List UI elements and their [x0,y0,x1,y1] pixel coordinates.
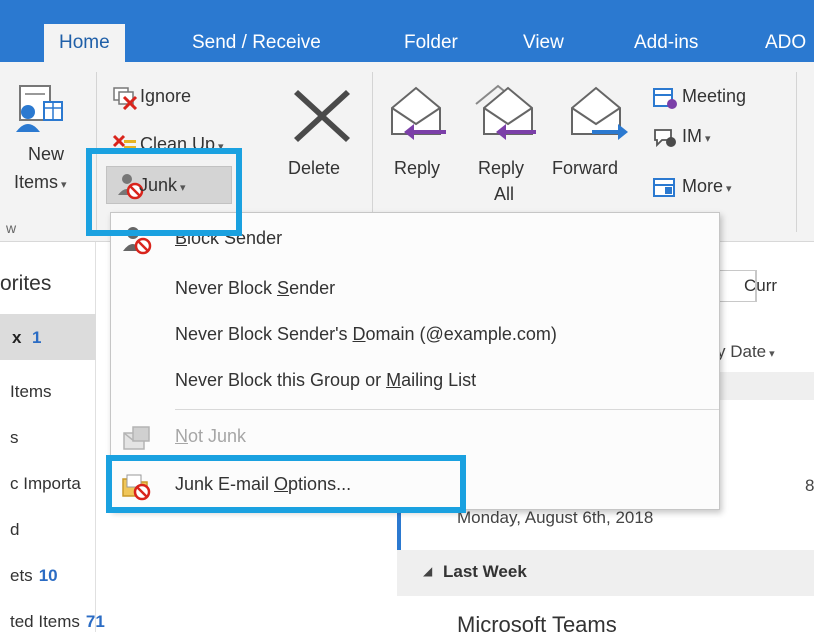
tab-view[interactable]: View [523,32,564,54]
unread-count: 1 [32,328,42,347]
reply-all-label-2: All [494,184,515,204]
tab-send-receive[interactable]: Send / Receive [192,32,321,54]
search-scope-divider [755,270,756,302]
meeting-label: Meeting [682,86,747,106]
ignore-icon [113,87,138,110]
reply-all-label-1: Reply [478,158,525,178]
outlook-window: Home Send / Receive Folder View Add-ins … [0,0,814,632]
reply-all-icon [475,84,536,140]
group-caption: w [6,220,17,236]
group-header-label: Last Week [443,562,527,581]
tab-home[interactable]: Home [44,24,125,62]
ignore-button[interactable]: Ignore [112,84,242,112]
unread-count: 71 [85,612,105,631]
tab-folder[interactable]: Folder [404,32,458,54]
delete-icon [294,90,350,142]
folder-pane: orites x 1 Items s c Importa d ets 10 ted… [0,242,105,632]
folder-item[interactable]: d [10,520,19,540]
menu-item-never-block-sender[interactable]: Never Block Sender [111,267,719,313]
meeting-button[interactable]: Meeting [652,84,782,112]
im-label: IM ▾ [682,126,711,146]
more-label: More ▾ [682,176,732,196]
forward-label: Forward [552,158,619,178]
menu-separator [175,409,719,410]
new-items-icon [16,85,63,132]
ribbon-tab-bar: Home Send / Receive Folder View Add-ins … [0,0,814,62]
junk-options-highlight [106,455,466,513]
group-header-last-week[interactable]: ◢ Last Week [397,550,814,596]
reply-button[interactable]: Reply [380,82,460,192]
unread-count: 10 [38,566,58,585]
sort-by-date[interactable]: y Date ▾ [717,342,775,362]
meeting-icon [653,88,677,109]
folder-important[interactable]: c Importa [10,474,81,494]
folder-item[interactable]: s [10,428,19,448]
folder-sent-items[interactable]: Items [10,382,52,402]
collapse-triangle-icon[interactable]: ◢ [423,564,432,578]
more-button[interactable]: More ▾ [652,174,782,202]
menu-item-label: Never Block this Group or Mailing List [175,370,477,390]
menu-item-label: Never Block Sender [175,278,336,298]
folder-deleted-items[interactable]: ted Items 71 [10,612,105,632]
message-date: Monday, August 6th, 2018 [457,508,654,527]
new-items-label-1: New [28,144,65,164]
im-button[interactable]: IM ▾ [652,124,782,152]
ribbon-separator [372,72,373,232]
ribbon-separator [796,72,797,232]
forward-button[interactable]: Forward [552,82,642,192]
reply-all-button[interactable]: Reply All [466,82,546,212]
menu-item-label: Never Block Sender's Domain (@example.co… [175,324,557,344]
folder-inbox[interactable]: x 1 [0,314,96,360]
menu-item-never-block-domain[interactable]: Never Block Sender's Domain (@example.co… [111,313,719,359]
menu-item-never-block-group[interactable]: Never Block this Group or Mailing List [111,359,719,405]
ignore-label: Ignore [140,86,192,106]
folder-label: x [12,328,22,347]
delete-label: Delete [288,158,341,178]
more-icon [653,178,675,197]
delete-button[interactable]: Delete [282,82,362,192]
folder-label: ets [10,566,33,585]
menu-item-label: Not Junk [175,426,247,446]
folder-label: ted Items [10,612,80,631]
im-icon [654,129,676,148]
reply-icon [391,86,446,140]
reply-label: Reply [394,158,441,178]
new-items-label-2: Items ▾ [14,172,67,192]
junk-button-highlight [86,148,242,236]
folder-drafts[interactable]: ets 10 [10,566,58,586]
message-date-digit: 8 [805,476,814,495]
not-junk-icon [123,426,150,450]
search-scope[interactable]: Curr [744,276,777,296]
tab-ado[interactable]: ADO [765,32,806,54]
favorites-header[interactable]: orites [0,272,51,296]
new-items-button[interactable]: New Items ▾ [0,76,78,216]
tab-add-ins[interactable]: Add-ins [634,32,698,54]
message-sender[interactable]: Microsoft Teams [457,612,617,632]
forward-icon [571,86,628,140]
